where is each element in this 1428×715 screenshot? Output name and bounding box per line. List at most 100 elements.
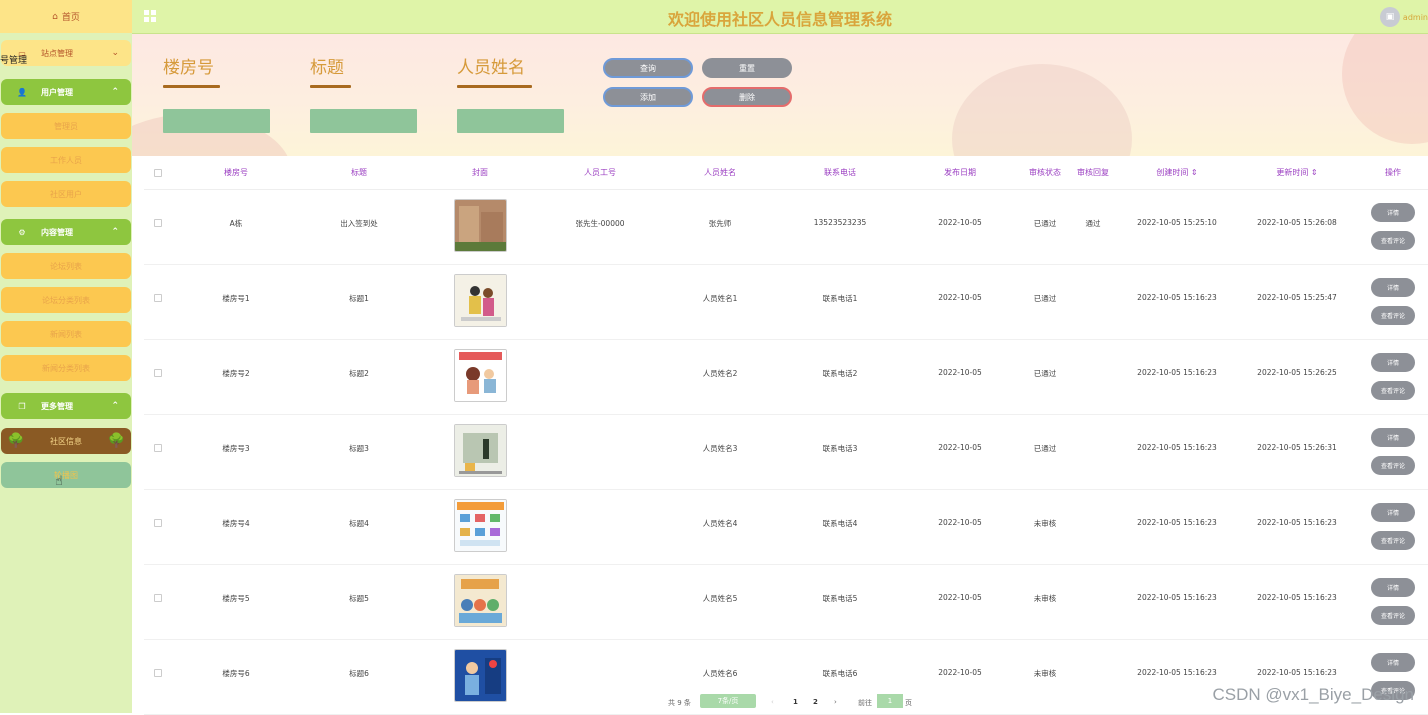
- chevron-icon: ⌃: [111, 401, 119, 411]
- goto-input[interactable]: 1: [877, 694, 903, 708]
- cover-image[interactable]: [454, 499, 507, 552]
- cell-created: 2022-10-05 15:16:23: [1137, 593, 1217, 602]
- detail-button[interactable]: 详情: [1371, 428, 1415, 447]
- page-1[interactable]: 1: [793, 698, 798, 706]
- add-button[interactable]: 添加: [603, 87, 693, 107]
- table-row: 楼房号5 标题5 人员姓名5 联系电话5 2022-10-05 未审核 2022-10-05…: [144, 564, 1428, 640]
- detail-button[interactable]: 详情: [1371, 503, 1415, 522]
- cell-date: 2022-10-05: [938, 593, 982, 602]
- col-created[interactable]: 创建时间 ⇕: [1137, 167, 1217, 178]
- tree-icon: 🌳: [107, 433, 125, 449]
- cell-phone: 联系电话2: [822, 369, 858, 378]
- person-name-input[interactable]: [457, 109, 564, 133]
- sidebar-item-2[interactable]: 管理员: [1, 113, 131, 139]
- next-page-button[interactable]: ›: [834, 698, 837, 706]
- detail-button[interactable]: 详情: [1371, 203, 1415, 222]
- sidebar-item-6[interactable]: 论坛列表: [1, 253, 131, 279]
- sidebar-item-7[interactable]: 论坛分类列表: [1, 287, 131, 313]
- chevron-icon: ⌃: [111, 227, 119, 237]
- view-comments-button[interactable]: 查看评论: [1371, 231, 1415, 250]
- sidebar-item-5[interactable]: ⚙ 内容管理 ⌃: [1, 219, 131, 245]
- sidebar-item-label: 工作人员: [50, 155, 82, 165]
- cover-image[interactable]: [454, 424, 507, 477]
- avatar[interactable]: ▣: [1380, 7, 1400, 27]
- col-updated[interactable]: 更新时间 ⇕: [1257, 167, 1337, 178]
- table-row: A栋 出入签到处 张先生-00000 张先师 13523523235 2022-10-05…: [144, 189, 1428, 265]
- watermark: CSDN @vx1_Biye_Design: [1212, 685, 1414, 704]
- view-comments-button[interactable]: 查看评论: [1371, 456, 1415, 475]
- delete-button[interactable]: 删除: [702, 87, 792, 107]
- sidebar-item-1[interactable]: 👤 用户管理 ⌃: [1, 79, 131, 105]
- person-name-label: 人员姓名: [457, 58, 525, 78]
- sidebar-item-8[interactable]: 新闻列表: [1, 321, 131, 347]
- cell-date: 2022-10-05: [938, 443, 982, 452]
- cover-image[interactable]: [454, 574, 507, 627]
- page-2[interactable]: 2: [813, 698, 818, 706]
- building-no-input[interactable]: [163, 109, 270, 133]
- sidebar-item-9[interactable]: 新闻分类列表: [1, 355, 131, 381]
- query-button[interactable]: 查询: [603, 58, 693, 78]
- view-comments-button[interactable]: 查看评论: [1371, 531, 1415, 550]
- sidebar-item-12[interactable]: 轮播图 ☝: [1, 462, 131, 489]
- view-comments-button[interactable]: 查看评论: [1371, 606, 1415, 625]
- cell-phone: 联系电话6: [822, 669, 858, 678]
- col-cover: 封面: [472, 168, 488, 177]
- cell-date: 2022-10-05: [938, 368, 982, 377]
- cell-name: 人员姓名1: [702, 294, 738, 303]
- view-comments-button[interactable]: 查看评论: [1371, 381, 1415, 400]
- cell-phone: 联系电话1: [822, 294, 858, 303]
- row-checkbox[interactable]: [154, 594, 162, 602]
- sidebar-item-10[interactable]: ❐ 更多管理 ⌃: [1, 393, 131, 419]
- title-input[interactable]: [310, 109, 417, 133]
- page-size-select[interactable]: 7条/页: [700, 694, 756, 708]
- select-all-checkbox[interactable]: [154, 169, 162, 177]
- view-comments-button[interactable]: 查看评论: [1371, 306, 1415, 325]
- row-checkbox[interactable]: [154, 369, 162, 377]
- cell-building: 楼房号2: [222, 369, 250, 378]
- sidebar-item-label: 论坛列表: [50, 261, 82, 271]
- cell-status: 已通过: [1033, 294, 1057, 303]
- sidebar-item-11[interactable]: 社区信息 🌳 🌳: [1, 428, 131, 454]
- sidebar-item-3[interactable]: 工作人员: [1, 147, 131, 173]
- detail-button[interactable]: 详情: [1371, 653, 1415, 672]
- cover-image[interactable]: [454, 349, 507, 402]
- row-checkbox[interactable]: [154, 669, 162, 677]
- title-underline: [310, 85, 351, 88]
- cell-created: 2022-10-05 15:16:23: [1137, 518, 1217, 527]
- prev-page-button[interactable]: ‹: [771, 698, 774, 706]
- col-title: 标题: [351, 168, 367, 177]
- cell-name: 人员姓名5: [702, 594, 738, 603]
- cell-phone: 联系电话5: [822, 594, 858, 603]
- cover-image[interactable]: [454, 274, 507, 327]
- top-header: 欢迎使用社区人员信息管理系统 ▣ admin: [132, 0, 1428, 34]
- cell-building: 楼房号6: [222, 669, 250, 678]
- row-checkbox[interactable]: [154, 294, 162, 302]
- sidebar-item-4[interactable]: 社区用户: [1, 181, 131, 207]
- cell-date: 2022-10-05: [938, 668, 982, 677]
- cell-status: 未审核: [1033, 594, 1057, 603]
- sidebar-item-label: 新闻分类列表: [42, 363, 90, 373]
- row-checkbox[interactable]: [154, 519, 162, 527]
- cell-title: 标题3: [349, 444, 369, 453]
- cell-name: 人员姓名3: [702, 444, 738, 453]
- detail-button[interactable]: 详情: [1371, 353, 1415, 372]
- reset-button[interactable]: 重置: [702, 58, 792, 78]
- sidebar-item-label: 更多管理: [41, 401, 73, 411]
- detail-button[interactable]: 详情: [1371, 278, 1415, 297]
- pointer-cursor-icon: ☝: [55, 474, 63, 489]
- sidebar-home-link[interactable]: ⌂ 首页: [0, 0, 132, 33]
- username[interactable]: admin: [1403, 13, 1428, 22]
- chevron-icon: ⌃: [111, 87, 119, 97]
- sidebar: ⌂ 首页 ▭ 站点管理 ⌄ 👤 用户管理 ⌃ 管理员 工作人员 社区用户 ⚙ 内容管理 ⌃ 论坛列表 论坛…: [0, 0, 132, 713]
- cell-title: 标题2: [349, 369, 369, 378]
- search-panel: 楼房号 标题 人员姓名 查询 重置 添加 删除: [132, 34, 1428, 156]
- table-row: 楼房号1 标题1 人员姓名1 联系电话1 2022-10-05 已通过 2022-10-05…: [144, 264, 1428, 340]
- detail-button[interactable]: 详情: [1371, 578, 1415, 597]
- row-checkbox[interactable]: [154, 219, 162, 227]
- user-icon: 👤: [17, 87, 27, 97]
- cell-status: 未审核: [1033, 519, 1057, 528]
- table-header: 楼房号 标题 封面 人员工号 人员姓名 联系电话 发布日期 审核状态 审核回复 …: [144, 156, 1428, 190]
- cover-image[interactable]: [454, 199, 507, 252]
- sidebar-home-label: 首页: [61, 13, 80, 23]
- row-checkbox[interactable]: [154, 444, 162, 452]
